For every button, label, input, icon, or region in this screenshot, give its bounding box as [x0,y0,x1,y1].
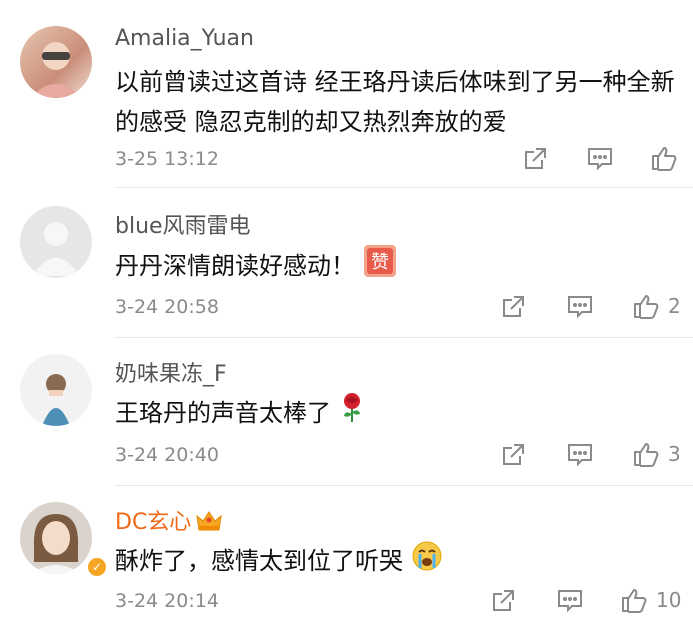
comment-text: 酥炸了，感情太到位了听哭 [115,540,675,584]
reply-button[interactable] [556,588,584,614]
avatar-image [20,502,92,574]
rose-emoji [339,392,365,436]
comment-time: 3-24 20:58 [115,296,219,318]
reply-button[interactable] [566,442,594,468]
comment-text-content: 丹丹深情朗读好感动！ [115,252,355,280]
zan-sticker: 赞 [363,244,397,290]
avatar-image [42,374,70,426]
like-button[interactable]: 10 [620,586,681,614]
avatar-image [30,42,82,98]
like-icon [622,589,647,613]
avatar[interactable] [20,26,92,98]
comment-username-text: DC玄心 [115,510,192,535]
like-button[interactable]: 3 [632,440,681,468]
reply-button[interactable] [586,146,614,172]
comment-username[interactable]: Amalia_Yuan [115,26,254,51]
share-button[interactable] [500,442,526,468]
like-count: 10 [656,588,682,612]
comment-icon [558,590,582,613]
comment-text-content: 王珞丹的声音太棒了 [115,399,331,427]
comment-item: 奶味果冻_F 王珞丹的声音太棒了 3-24 20:40 3 [0,338,693,486]
comment-icon [568,444,592,467]
verified-badge: ✓ [86,556,108,578]
like-count: 2 [668,294,681,318]
comment-time: 3-24 20:40 [115,444,219,466]
avatar[interactable] [20,206,92,278]
share-icon [493,590,514,611]
comment-icon [568,296,592,319]
comment-username[interactable]: blue风雨雷电 [115,208,251,240]
like-icon [634,443,659,467]
zan-sticker-label: 赞 [371,252,389,273]
like-count: 3 [668,442,681,466]
share-icon [503,444,524,465]
like-icon [652,147,677,171]
comment-time: 3-25 13:12 [115,148,219,170]
comment-text: 丹丹深情朗读好感动！ 赞 [115,244,675,290]
comment-time: 3-24 20:14 [115,590,219,612]
comment-username[interactable]: DC玄心 [115,504,223,538]
comment-text-content: 酥炸了，感情太到位了听哭 [115,547,403,575]
like-icon [634,295,659,319]
share-button[interactable] [522,146,548,172]
comment-username[interactable]: 奶味果冻_F [115,356,227,388]
crown-icon [195,508,223,538]
default-avatar-icon [32,222,80,276]
like-button[interactable] [650,144,686,172]
comment-item: ✓ DC玄心 酥炸了，感情太到位了听哭 3-24 20:14 10 [0,486,693,630]
share-icon [525,148,546,169]
comment-text: 以前曾读过这首诗 经王珞丹读后体味到了另一种全新的感受 隐忍克制的却又热烈奔放的… [115,68,675,136]
share-icon [503,296,524,317]
comment-text: 王珞丹的声音太棒了 [115,392,675,436]
comment-item: blue风雨雷电 丹丹深情朗读好感动！ 赞 3-24 20:58 2 [0,188,693,338]
comment-icon [588,148,612,171]
avatar[interactable] [20,354,92,426]
share-button[interactable] [500,294,526,320]
comment-item: Amalia_Yuan 以前曾读过这首诗 经王珞丹读后体味到了另一种全新的感受 … [0,0,693,188]
reply-button[interactable] [566,294,594,320]
like-button[interactable]: 2 [632,292,681,320]
avatar[interactable]: ✓ [20,502,108,578]
share-button[interactable] [490,588,516,614]
crying-emoji [411,540,443,584]
